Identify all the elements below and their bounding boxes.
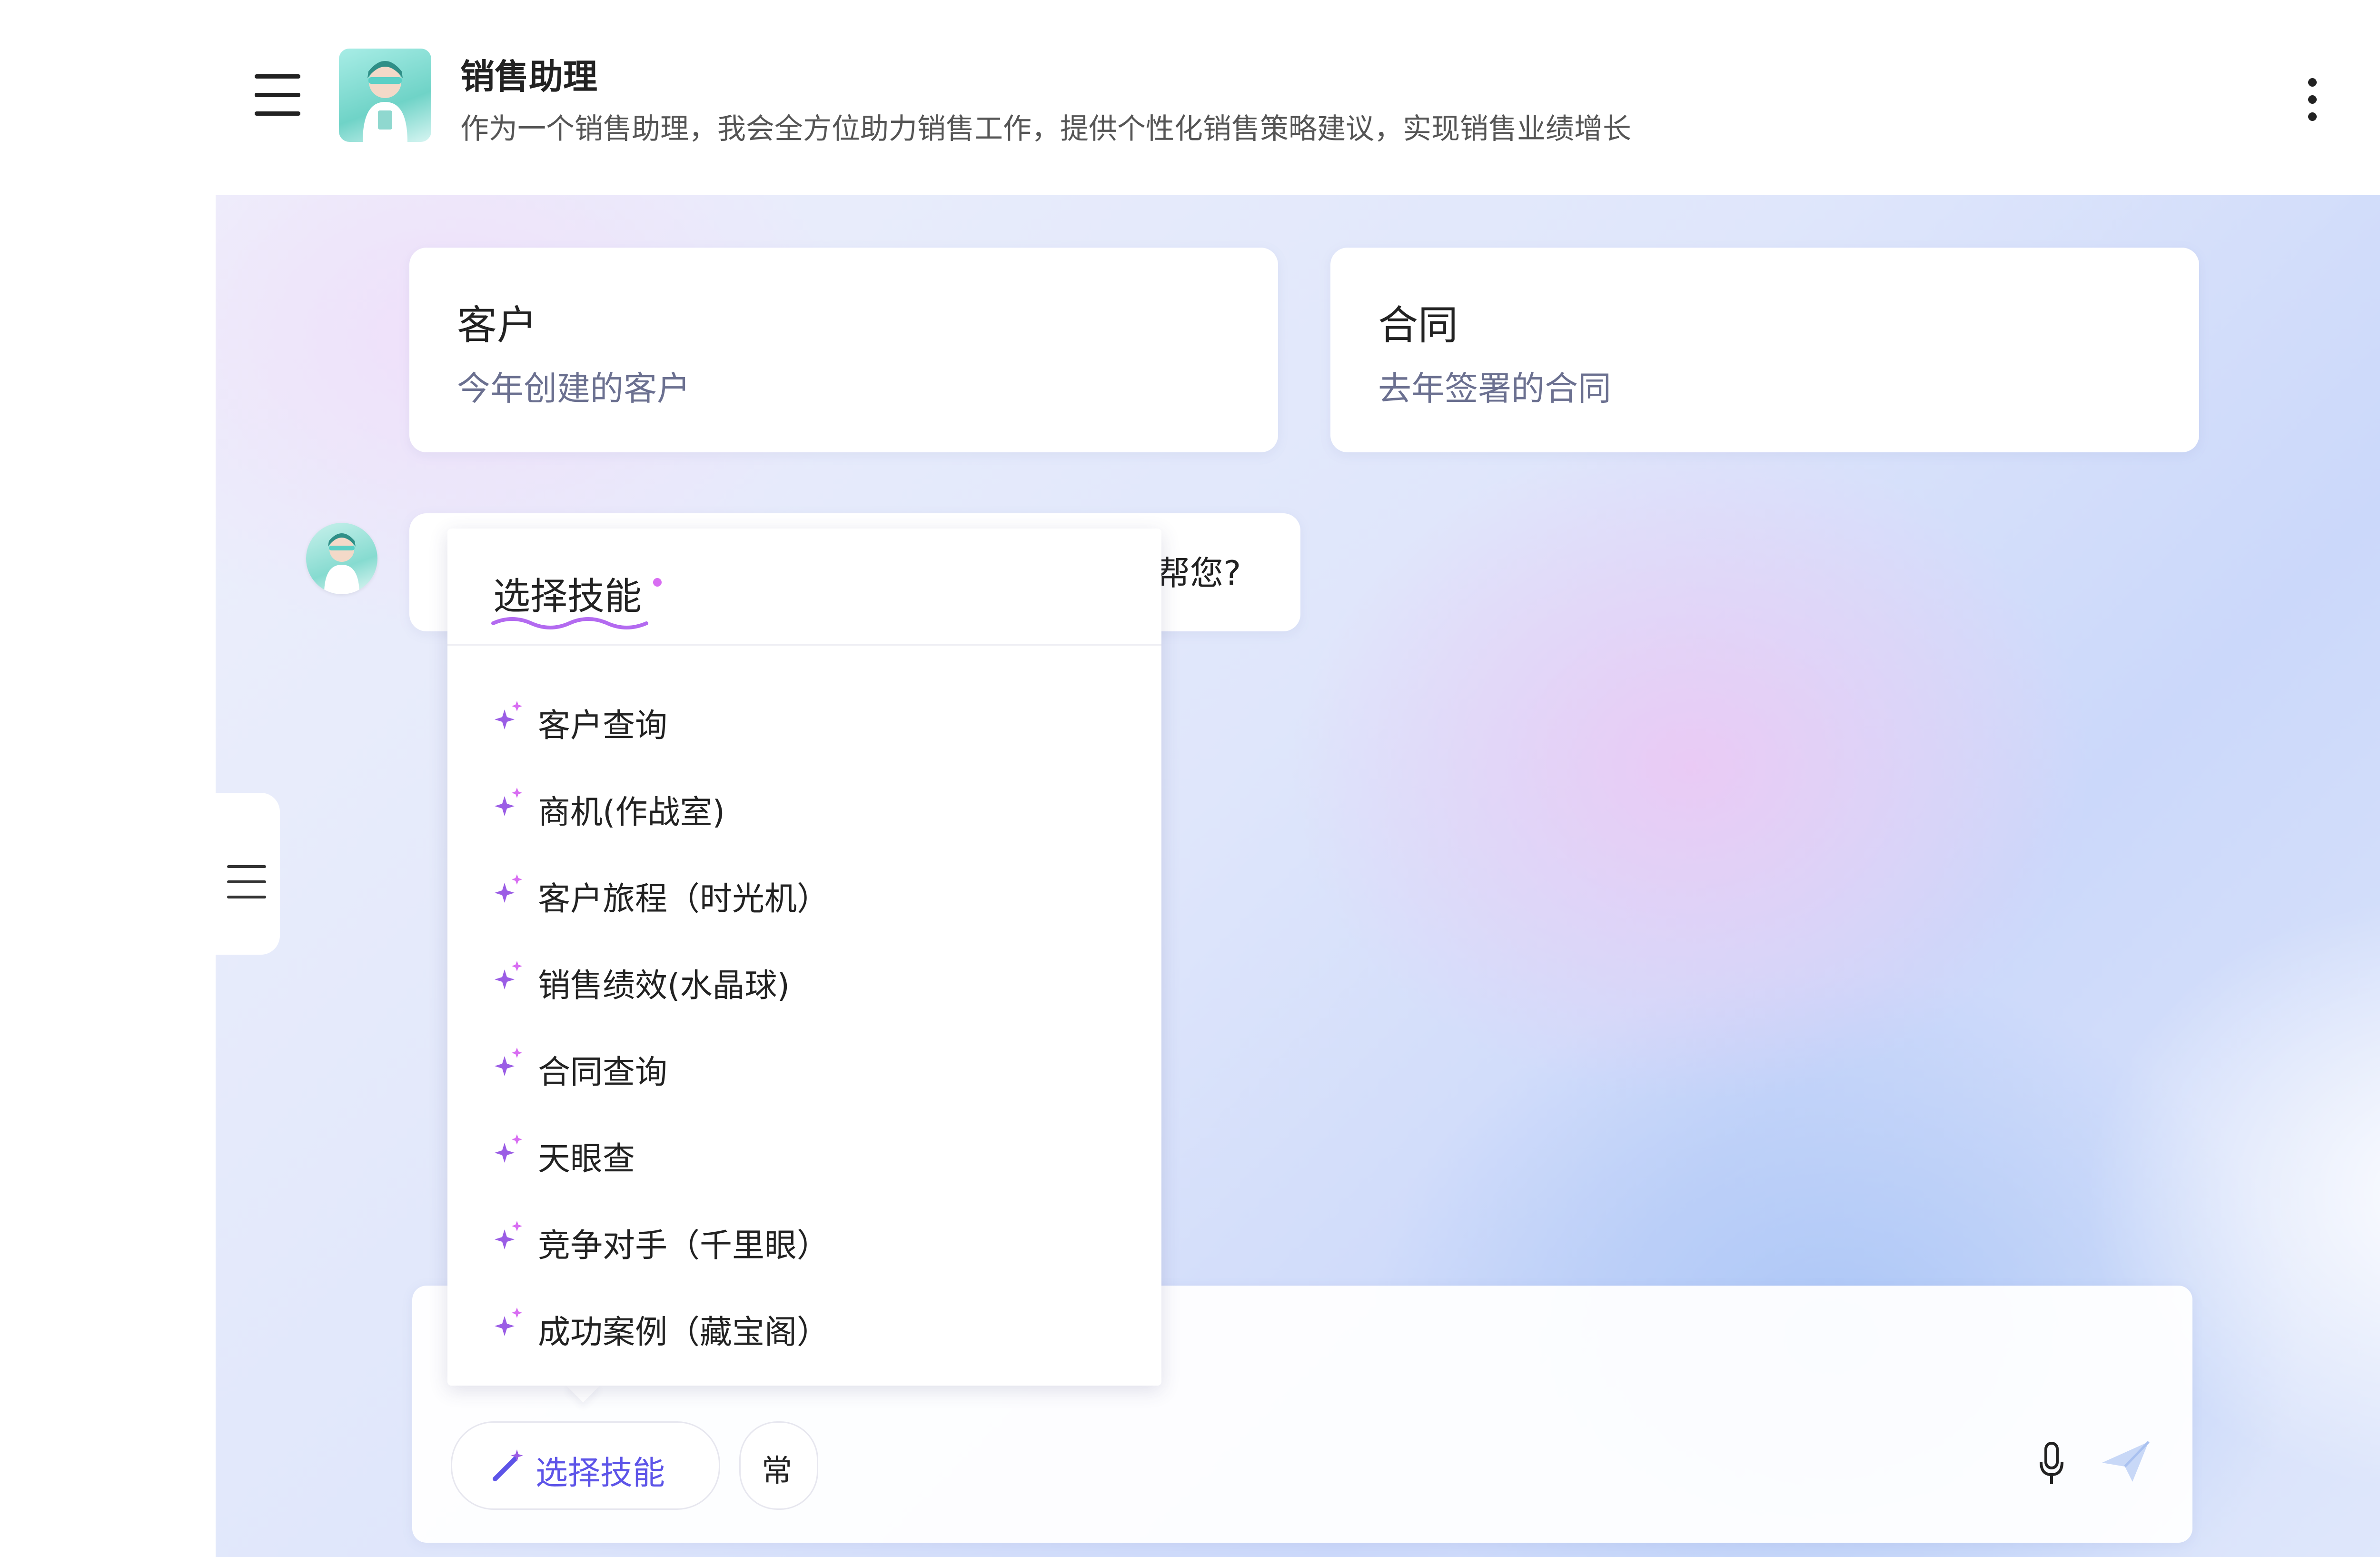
- common-button[interactable]: 常: [739, 1421, 818, 1510]
- sparkle-icon: [495, 701, 522, 729]
- sparkle-icon: [495, 1048, 522, 1076]
- card-title: 客户: [457, 302, 537, 349]
- title-underline-wave: [491, 617, 648, 629]
- skill-item-success-cases[interactable]: 成功案例（藏宝阁）: [447, 1287, 1161, 1358]
- microphone-icon[interactable]: [2037, 1440, 2066, 1488]
- assistant-message-avatar: [306, 523, 377, 594]
- common-button-label: 常: [762, 1454, 792, 1489]
- skill-item-label: 销售绩效(水晶球): [538, 967, 790, 1005]
- card-subtitle: 今年创建的客户: [457, 369, 690, 408]
- app-description: 作为一个销售助理，我会全方位助力销售工作，提供个性化销售策略建议，实现销售业绩增…: [460, 112, 1631, 146]
- side-panel-toggle[interactable]: [216, 793, 280, 955]
- more-vertical-icon[interactable]: [2303, 78, 2322, 121]
- card-title: 合同: [1378, 302, 1458, 349]
- select-skill-button[interactable]: 选择技能: [451, 1421, 720, 1510]
- sparkle-icon: [495, 1134, 522, 1163]
- greeting-text: 帮您?: [1157, 554, 1241, 593]
- skill-dropdown: 选择技能 客户查询 商机(作战室) 客户旅程（时光机） 销售绩效(水晶球) 合同…: [447, 529, 1161, 1386]
- skill-item-customer-query[interactable]: 客户查询: [447, 680, 1161, 751]
- sparkle-icon: [495, 788, 522, 816]
- skill-item-contract-query[interactable]: 合同查询: [447, 1027, 1161, 1098]
- sparkle-icon: [495, 1221, 522, 1249]
- sparkle-icon: [495, 961, 522, 989]
- stat-card-contracts[interactable]: 合同 去年签署的合同: [1330, 248, 2199, 452]
- card-subtitle: 去年签署的合同: [1378, 369, 1611, 408]
- skill-item-label: 成功案例（藏宝阁）: [538, 1314, 830, 1351]
- skill-item-customer-journey[interactable]: 客户旅程（时光机）: [447, 853, 1161, 925]
- app-title: 销售助理: [460, 57, 598, 97]
- skill-item-competitors[interactable]: 竞争对手（千里眼）: [447, 1200, 1161, 1271]
- skill-item-label: 商机(作战室): [538, 794, 725, 831]
- skill-item-label: 客户查询: [538, 707, 668, 745]
- skill-item-opportunity[interactable]: 商机(作战室): [447, 767, 1161, 838]
- skill-item-label: 天眼查: [538, 1140, 635, 1178]
- skill-item-label: 竞争对手（千里眼）: [538, 1227, 830, 1265]
- title-dot: [653, 578, 662, 587]
- stat-card-customers[interactable]: 客户 今年创建的客户: [409, 248, 1278, 452]
- skill-item-label: 客户旅程（时光机）: [538, 880, 830, 918]
- skill-item-label: 合同查询: [538, 1054, 668, 1091]
- skill-dropdown-header: 选择技能: [447, 529, 1161, 646]
- skill-item-sales-performance[interactable]: 销售绩效(水晶球): [447, 940, 1161, 1011]
- magic-wand-icon: [493, 1449, 523, 1481]
- send-icon[interactable]: [2099, 1438, 2152, 1486]
- sparkle-icon: [495, 874, 522, 903]
- assistant-avatar: [339, 49, 431, 142]
- menu-hamburger-icon[interactable]: [255, 74, 300, 116]
- select-skill-label: 选择技能: [536, 1455, 665, 1492]
- skill-item-tianyancha[interactable]: 天眼查: [447, 1113, 1161, 1185]
- sparkle-icon: [495, 1307, 522, 1336]
